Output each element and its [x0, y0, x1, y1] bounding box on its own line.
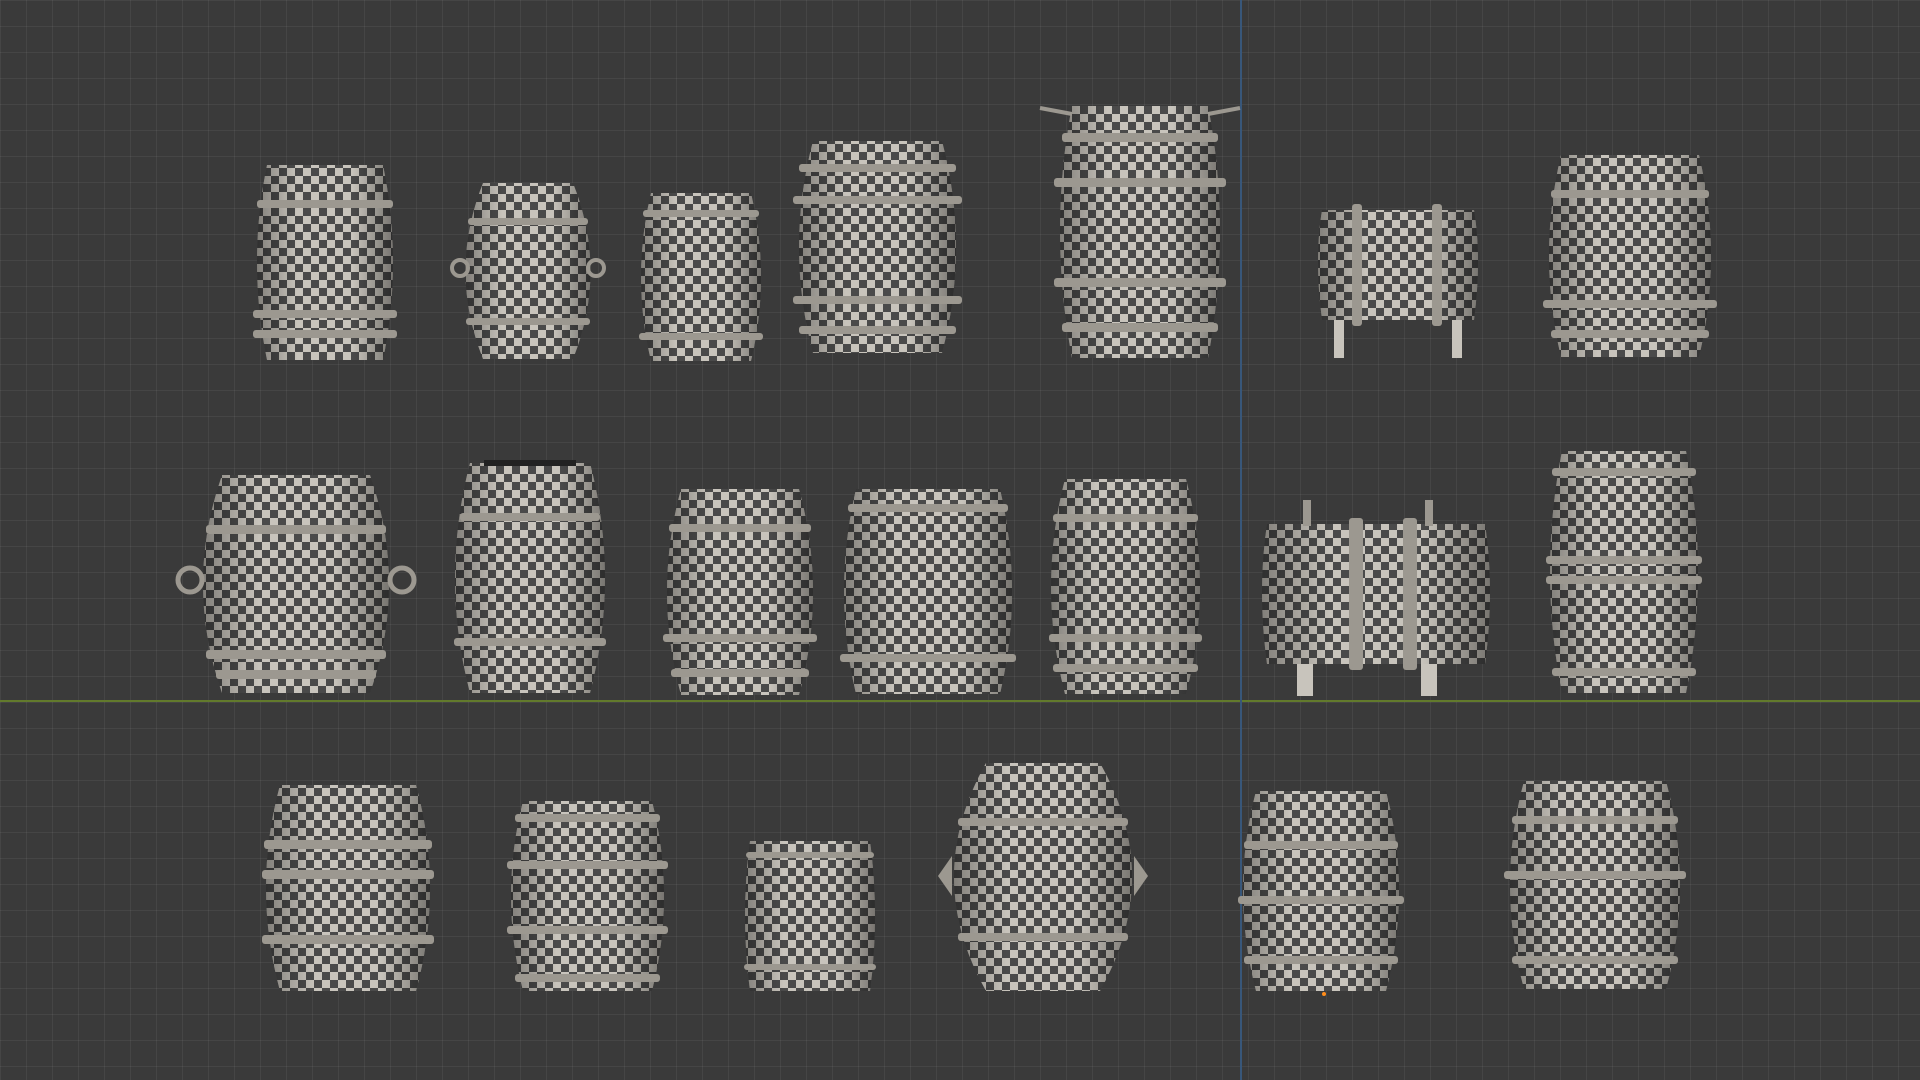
barrel-13[interactable] — [1253, 498, 1499, 698]
origin-marker — [1322, 992, 1326, 996]
barrel-2[interactable] — [450, 178, 606, 364]
barrel-17[interactable] — [740, 836, 880, 996]
barrel-6[interactable] — [1312, 196, 1484, 362]
barrel-11[interactable] — [838, 484, 1018, 699]
barrel-20[interactable] — [1502, 776, 1688, 994]
barrel-10[interactable] — [657, 484, 823, 700]
barrel-16[interactable] — [505, 796, 670, 996]
barrel-8[interactable] — [175, 470, 417, 698]
barrel-14[interactable] — [1544, 446, 1704, 698]
3d-viewport[interactable] — [0, 0, 1920, 1080]
barrel-7[interactable] — [1543, 150, 1717, 362]
barrel-12[interactable] — [1043, 474, 1208, 699]
barrel-9[interactable] — [440, 458, 620, 698]
barrel-5[interactable] — [1039, 98, 1241, 363]
barrel-15[interactable] — [258, 780, 438, 996]
barrel-18[interactable] — [938, 758, 1148, 996]
barrel-19[interactable] — [1236, 786, 1406, 996]
barrel-3[interactable] — [637, 188, 765, 366]
barrel-1[interactable] — [253, 160, 397, 365]
barrel-4[interactable] — [793, 136, 962, 358]
x-axis-line — [0, 700, 1920, 702]
